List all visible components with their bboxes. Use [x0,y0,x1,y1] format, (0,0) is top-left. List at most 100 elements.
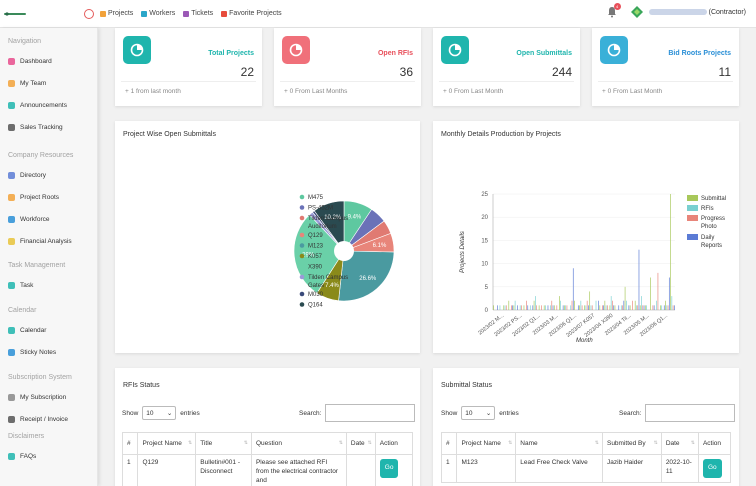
sidebar-item-faqs[interactable]: FAQs [8,453,36,460]
bar-daily-reports[interactable] [643,305,645,310]
bar-progress-photo[interactable] [526,300,527,310]
bar-rfis[interactable] [560,300,561,310]
bar-submittal[interactable] [614,305,616,310]
bar-rfis[interactable] [570,305,572,310]
bar-rfis[interactable] [636,305,637,310]
bar-daily-reports[interactable] [598,300,599,310]
bar-daily-reports[interactable] [562,305,564,310]
bar-rfis[interactable] [565,305,567,310]
legend-item[interactable]: PS-452M [299,205,333,212]
column-header-date[interactable]: Date ⇅ [660,432,699,455]
bar-rfis[interactable] [666,305,668,310]
sidebar-item-dashboard[interactable]: Dashboard [8,58,52,65]
stat-card-open-submittals[interactable]: Open Submittals 244 + 0 From Last Month [433,28,580,106]
bar-rfis[interactable] [514,300,516,310]
column-header-submitted-by[interactable]: Submitted By ⇅ [601,432,662,455]
stat-card-open-rfis[interactable]: Open RFIs 36 + 0 From Last Months [274,28,421,106]
bar-daily-reports[interactable] [517,305,518,310]
sidebar-item-directory[interactable]: Directory [8,172,46,179]
bar-submittal[interactable] [533,300,535,310]
bar-progress-photo[interactable] [642,305,644,310]
bar-progress-photo[interactable] [581,305,583,310]
bar-progress-photo[interactable] [586,300,588,310]
bar-daily-reports[interactable] [653,305,655,310]
top-nav-favorite-projects[interactable]: Favorite Projects [221,10,282,17]
bar-progress-photo[interactable] [612,300,613,310]
bar-rfis[interactable] [504,305,506,310]
bar-progress-photo[interactable] [601,305,603,310]
bar-daily-reports[interactable] [547,305,549,310]
bar-rfis[interactable] [620,305,622,310]
column-header-date[interactable]: Date ⇅ [345,432,376,455]
bar-submittal[interactable] [523,305,525,310]
bar-daily-reports[interactable] [552,305,554,310]
bar-submittal[interactable] [660,305,661,310]
bar-rfis[interactable] [550,305,551,310]
top-nav-workers[interactable]: Workers [141,10,175,17]
bar-progress-photo[interactable] [622,305,623,310]
bar-submittal[interactable] [639,305,641,310]
legend-item[interactable]: M030 [299,291,324,298]
column-header-question[interactable]: Question ⇅ [250,432,347,455]
bar-submittal[interactable] [644,305,646,310]
bar-daily-reports[interactable] [668,277,670,310]
bar-rfis[interactable] [610,296,612,310]
bar-rfis[interactable] [661,305,663,310]
top-nav-tickets[interactable]: Tickets [183,10,213,17]
bar-submittal[interactable] [665,300,666,310]
bar-progress-photo[interactable] [505,305,507,310]
column-header-title[interactable]: Title ⇅ [195,432,252,455]
bar-daily-reports[interactable] [603,305,604,310]
sidebar-item-calendar[interactable]: Calendar [8,327,46,334]
bar-daily-reports[interactable] [532,305,534,310]
bar-progress-photo[interactable] [657,272,659,310]
bar-submittal[interactable] [559,296,560,310]
sidebar-item-project-roots[interactable]: Project Roots [8,194,59,201]
bar-rfis[interactable] [585,305,587,310]
bar-daily-reports[interactable] [623,300,625,310]
bar-submittal[interactable] [579,305,580,310]
bar-progress-photo[interactable] [521,305,522,310]
user-avatar-icon[interactable] [630,6,643,18]
bar-progress-photo[interactable] [637,305,639,310]
submittal-entries-select[interactable]: 10 ⌄ [461,406,496,420]
column-header-project-name[interactable]: Project Name ⇅ [456,432,517,455]
bar-rfis[interactable] [671,296,673,310]
bar-rfis[interactable] [595,300,597,310]
bar-progress-photo[interactable] [510,305,512,310]
bar-daily-reports[interactable] [512,305,513,310]
bar-rfis[interactable] [590,305,592,310]
bar-daily-reports[interactable] [638,249,640,310]
rfi-entries-select[interactable]: 10 ⌄ [142,406,177,420]
bar-daily-reports[interactable] [588,305,589,310]
column-header-project-name[interactable]: Project Name ⇅ [137,432,197,455]
sidebar-item-task[interactable]: Task [8,282,33,289]
bar-daily-reports[interactable] [527,305,529,310]
bar-submittal[interactable] [513,305,515,310]
notification-bell-icon[interactable]: 4 [607,3,621,18]
sidebar-item-announcements[interactable]: Announcements [8,102,67,109]
legend-item[interactable]: RFIs [687,205,714,212]
bar-submittal[interactable] [609,305,611,310]
bar-rfis[interactable] [626,300,627,310]
submittal-search-input[interactable] [645,404,736,422]
legend-item[interactable]: Submittal [687,195,726,202]
column-header--[interactable]: # [121,432,139,455]
sidebar-toggle[interactable] [84,8,94,19]
bar-submittal[interactable] [624,286,626,310]
bar-daily-reports[interactable] [674,305,675,310]
bar-submittal[interactable] [508,300,510,310]
bar-rfis[interactable] [535,296,536,310]
bar-submittal[interactable] [503,305,505,310]
bar-submittal[interactable] [493,305,494,310]
legend-item[interactable]: M475 [299,194,324,201]
bar-progress-photo[interactable] [541,305,542,310]
bar-progress-photo[interactable] [571,300,573,310]
bar-rfis[interactable] [529,305,531,310]
sidebar-item-my-subscription[interactable]: My Subscription [8,394,66,401]
bar-submittal[interactable] [574,300,575,310]
bar-daily-reports[interactable] [497,305,498,310]
bar-rfis[interactable] [545,305,546,310]
sidebar-item-sales-tracking[interactable]: Sales Tracking [8,124,63,131]
bar-submittal[interactable] [599,305,601,310]
